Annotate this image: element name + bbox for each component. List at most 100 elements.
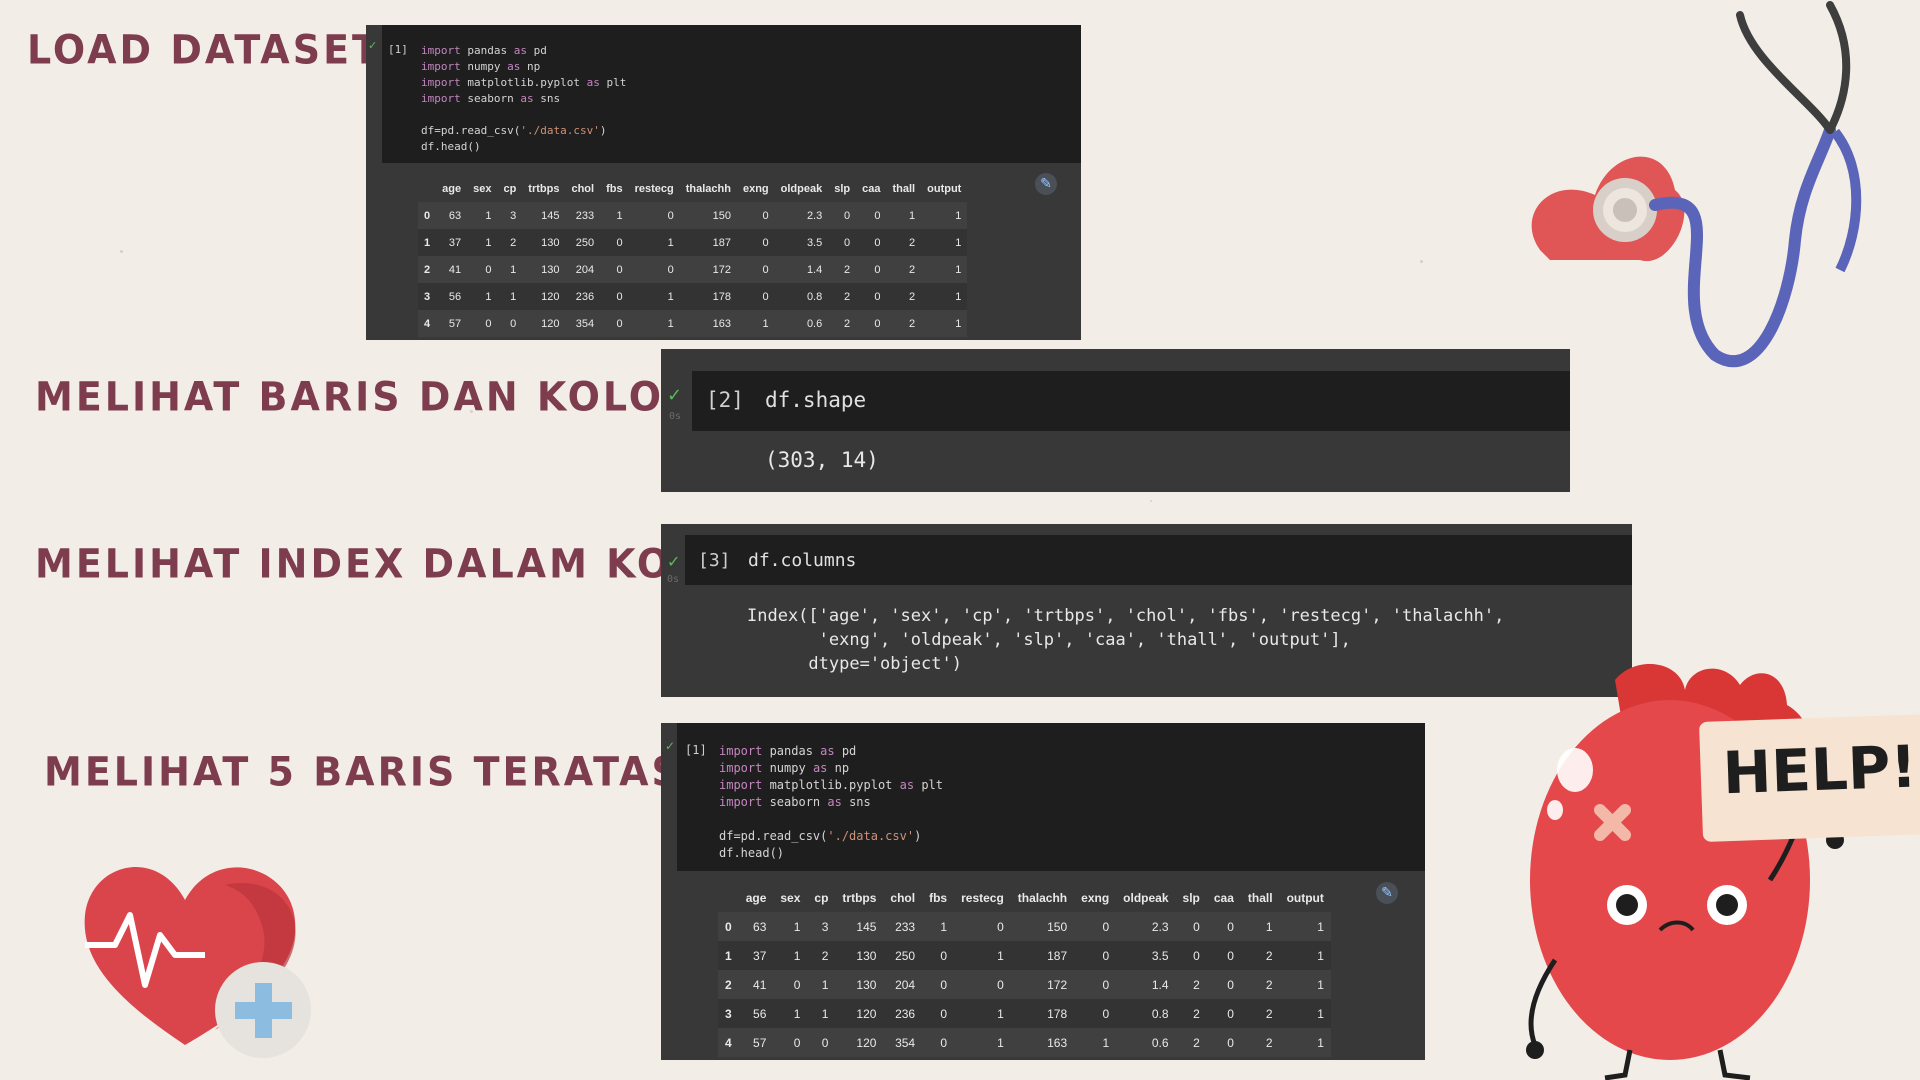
cell-output-line-2: 'exng', 'oldpeak', 'slp', 'caa', 'thall'… bbox=[747, 630, 1351, 650]
table-cell: 2 bbox=[1175, 999, 1207, 1028]
table-cell: 1 bbox=[1279, 999, 1331, 1028]
table-cell: 56 bbox=[738, 999, 774, 1028]
table-cell: 250 bbox=[883, 941, 923, 970]
table-cell: 41 bbox=[738, 970, 774, 999]
help-sign: HELP! bbox=[1698, 714, 1920, 842]
table-cell: 0 bbox=[954, 970, 1011, 999]
table-cell: 1 bbox=[1240, 912, 1280, 941]
table-cell: 1 bbox=[886, 202, 922, 229]
table-cell: 1 bbox=[418, 229, 437, 256]
table-cell: 250 bbox=[565, 229, 601, 256]
table-cell: 0 bbox=[1074, 912, 1117, 941]
table-cell: 2 bbox=[497, 229, 523, 256]
table-cell: 1.4 bbox=[1116, 970, 1176, 999]
code-block[interactable]: import pandas as pd import numpy as np i… bbox=[719, 743, 943, 862]
table-cell: 3 bbox=[497, 202, 523, 229]
column-header: fbs bbox=[929, 890, 948, 905]
table-cell: 0 bbox=[628, 256, 680, 283]
table-cell: 0 bbox=[856, 283, 887, 310]
column-header: output bbox=[1286, 890, 1324, 905]
stethoscope-icon bbox=[1531, 1, 1862, 368]
table-cell: 0 bbox=[600, 283, 629, 310]
table-cell: 0 bbox=[736, 256, 775, 283]
heart-pulse-icon bbox=[84, 867, 311, 1058]
table-cell: 2.3 bbox=[774, 202, 829, 229]
magic-wand-icon[interactable]: ✎ bbox=[1035, 173, 1057, 195]
table-cell: 236 bbox=[565, 283, 601, 310]
table-cell: 204 bbox=[565, 256, 601, 283]
table-cell: 1 bbox=[497, 256, 523, 283]
table-cell: 2 bbox=[886, 283, 922, 310]
table-cell: 4 bbox=[718, 1028, 739, 1057]
code-block[interactable]: import pandas as pd import numpy as np i… bbox=[421, 43, 626, 155]
cell-number: [2] bbox=[706, 388, 744, 412]
column-header: restecg bbox=[634, 182, 674, 195]
table-cell: 354 bbox=[883, 1028, 923, 1057]
column-header: thalachh bbox=[685, 182, 731, 195]
column-header: chol bbox=[890, 890, 916, 905]
table-cell: 233 bbox=[883, 912, 923, 941]
table-cell: 1 bbox=[921, 229, 968, 256]
table-cell: 1 bbox=[773, 912, 808, 941]
table-row: 1 37 1 2 130 250 0 1 187 0 3.5 0 0 2 1 bbox=[418, 229, 968, 256]
table-row: 2 41 0 1 130 204 0 0 172 0 1.4 2 0 2 1 bbox=[718, 970, 1331, 999]
heading-baris-kolom: MELIHAT BARIS DAN KOLOM bbox=[35, 373, 705, 421]
column-header: cp bbox=[814, 890, 829, 905]
heart-mascot: HELP! bbox=[1515, 650, 1920, 1080]
column-header: age bbox=[745, 890, 767, 905]
table-cell: 2 bbox=[1240, 999, 1280, 1028]
table-cell: 0 bbox=[828, 202, 857, 229]
table-cell: 1 bbox=[467, 202, 498, 229]
table-row: 2 41 0 1 130 204 0 0 172 0 1.4 2 0 2 1 bbox=[418, 256, 968, 283]
column-header: slp bbox=[834, 182, 851, 195]
table-cell: 0.6 bbox=[774, 310, 829, 337]
table-cell: 0 bbox=[600, 256, 629, 283]
table-cell: 2 bbox=[418, 256, 437, 283]
table-cell: 0 bbox=[467, 310, 498, 337]
table-cell: 0 bbox=[922, 1028, 955, 1057]
table-cell: 0 bbox=[600, 229, 629, 256]
notebook-cell-head: ✓ [1] import pandas as pd import numpy a… bbox=[661, 723, 1425, 1060]
table-cell: 0 bbox=[1074, 970, 1117, 999]
table-cell: 0 bbox=[736, 283, 775, 310]
notebook-cell-load: ✓ [1] import pandas as pd import numpy a… bbox=[366, 25, 1081, 340]
table-cell: 0 bbox=[1206, 999, 1241, 1028]
table-cell: 178 bbox=[679, 283, 737, 310]
check-icon: ✓ bbox=[368, 39, 378, 52]
magic-wand-icon[interactable]: ✎ bbox=[1376, 882, 1398, 904]
table-cell: 0 bbox=[418, 202, 437, 229]
table-cell: 120 bbox=[835, 1028, 884, 1057]
table-cell: 2 bbox=[1240, 970, 1280, 999]
table-cell: 1 bbox=[954, 941, 1011, 970]
column-header: caa bbox=[862, 182, 881, 195]
table-cell: 2 bbox=[1240, 1028, 1280, 1057]
column-header: exng bbox=[1081, 890, 1110, 905]
table-cell: 63 bbox=[738, 912, 774, 941]
column-header: slp bbox=[1182, 890, 1200, 905]
code-input[interactable]: df.columns bbox=[748, 550, 856, 571]
table-cell: 1 bbox=[1074, 1028, 1117, 1057]
check-icon: ✓ bbox=[667, 385, 683, 406]
table-cell: 0.8 bbox=[774, 283, 829, 310]
table-cell: 163 bbox=[679, 310, 737, 337]
table-cell: 37 bbox=[738, 941, 774, 970]
table-cell: 2 bbox=[1175, 1028, 1207, 1057]
table-cell: 56 bbox=[436, 283, 468, 310]
table-cell: 120 bbox=[522, 283, 566, 310]
column-header: sex bbox=[780, 890, 801, 905]
dataframe-table: age sex cp trtbps chol fbs restecg thalachh exng… bbox=[718, 883, 1331, 1057]
table-cell: 0 bbox=[497, 310, 523, 337]
table-cell: 1 bbox=[954, 999, 1011, 1028]
table-row: 3 56 1 1 120 236 0 1 178 0 0.8 2 0 2 1 bbox=[718, 999, 1331, 1028]
column-header: thalachh bbox=[1017, 890, 1068, 905]
cell-output-line-1: Index(['age', 'sex', 'cp', 'trtbps', 'ch… bbox=[747, 606, 1505, 626]
table-cell: 1 bbox=[922, 912, 955, 941]
table-cell: 0 bbox=[922, 999, 955, 1028]
table-cell: 1 bbox=[1279, 970, 1331, 999]
table-cell: 41 bbox=[436, 256, 468, 283]
table-cell: 0 bbox=[467, 256, 498, 283]
table-row: 4 57 0 0 120 354 0 1 163 1 0.6 2 0 2 1 bbox=[718, 1028, 1331, 1057]
table-cell: 2 bbox=[807, 941, 836, 970]
table-cell: 1 bbox=[921, 310, 968, 337]
code-input[interactable]: df.shape bbox=[765, 388, 866, 412]
